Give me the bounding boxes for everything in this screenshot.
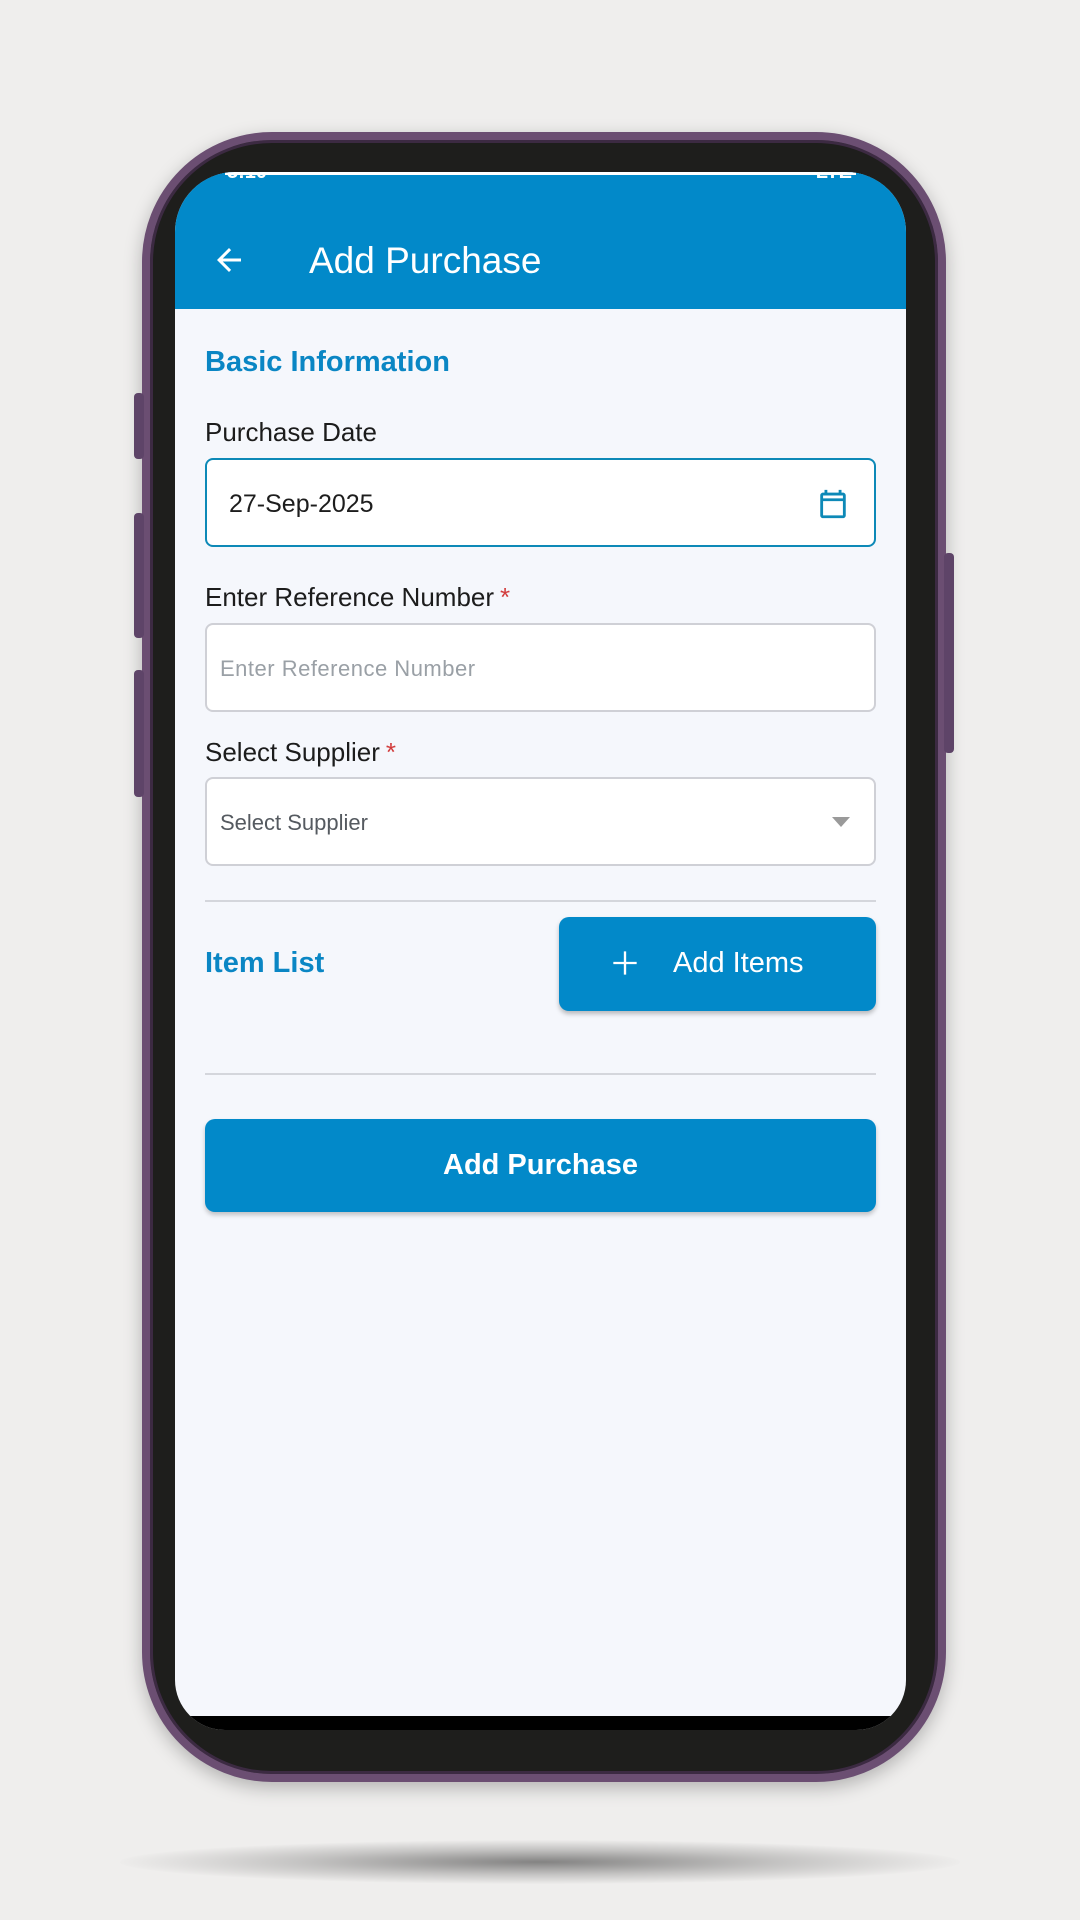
status-time: 3:10 [227,172,268,183]
page-title: Add Purchase [309,240,542,281]
status-bar: 3:10 LTE [175,172,906,188]
phone-side-button [134,670,144,797]
app-bar: 3:10 LTE Add Purchase [175,172,906,309]
calendar-icon[interactable] [816,486,850,522]
section-title-item-list: Item List [205,947,325,979]
reference-number-input[interactable]: Enter Reference Number [205,623,876,712]
add-items-button[interactable]: Add Items [559,917,876,1011]
add-purchase-button[interactable]: Add Purchase [205,1119,876,1212]
purchase-date-value: 27-Sep-2025 [229,490,374,518]
section-title-basic-information: Basic Information [205,346,450,378]
status-bar-edge [225,172,856,175]
phone-power-button [944,553,954,753]
app-screen: 3:10 LTE Add Purchase Basic Information … [175,172,906,1730]
divider [205,1073,876,1075]
phone-side-button [134,393,144,459]
supplier-selected-value: Select Supplier [220,810,368,835]
phone-side-button [134,513,144,638]
device-mockup: 3:10 LTE Add Purchase Basic Information … [0,0,1080,1920]
add-items-label: Add Items [673,947,804,979]
caret-down-icon [832,817,850,827]
required-indicator: * [500,582,511,612]
supplier-label-text: Select Supplier [205,737,380,767]
navigation-bar [175,1716,906,1730]
purchase-date-label: Purchase Date [205,417,377,447]
supplier-select[interactable]: Select Supplier [205,777,876,866]
plus-icon [613,951,637,975]
reference-number-label: Enter Reference Number * [205,582,510,613]
device-shadow [120,1840,960,1884]
supplier-label: Select Supplier * [205,737,396,768]
reference-number-label-text: Enter Reference Number [205,582,495,612]
status-icons: LTE [815,172,852,183]
reference-number-placeholder: Enter Reference Number [220,656,476,681]
required-indicator: * [385,737,397,767]
purchase-date-field[interactable]: 27-Sep-2025 [205,458,876,547]
arrow-left-icon[interactable] [211,242,247,278]
divider [205,900,876,902]
